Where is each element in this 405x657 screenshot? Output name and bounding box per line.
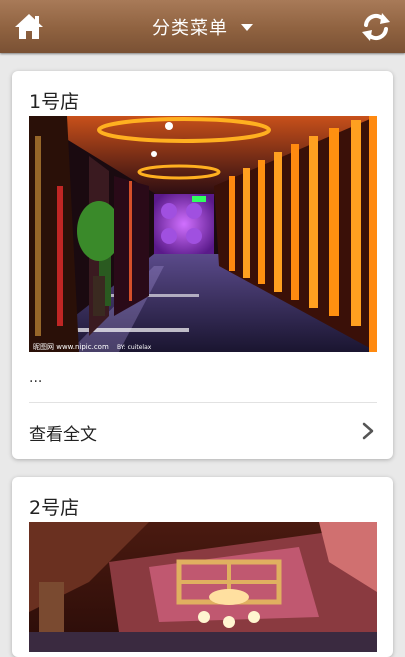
store-photo[interactable]: 昵图网 www.nipic.com BY: cuitelax (29, 116, 377, 352)
app-header: 分类菜单 (0, 0, 405, 53)
photo-watermark: 昵图网 www.nipic.com (33, 343, 109, 351)
photo-watermark-author: BY: cuitelax (117, 344, 152, 351)
store-card[interactable]: 1号店 昵图网 www.nipic.com BY: cuitelax ... 查… (12, 71, 393, 459)
read-more-link[interactable]: 查看全文 (12, 403, 393, 459)
category-menu-label: 分类菜单 (152, 17, 228, 39)
home-icon (15, 14, 43, 39)
refresh-button[interactable] (360, 11, 392, 43)
store-name: 2号店 (29, 497, 80, 519)
chevron-right-icon (362, 422, 374, 440)
store-name: 1号店 (29, 91, 80, 113)
home-button[interactable] (14, 13, 44, 40)
store-photo[interactable] (29, 522, 377, 652)
refresh-icon (362, 13, 390, 41)
category-menu-dropdown[interactable]: 分类菜单 (152, 14, 253, 40)
chevron-down-icon (241, 24, 253, 31)
read-more-label: 查看全文 (29, 425, 97, 445)
store-card[interactable]: 2号店 (12, 477, 393, 657)
store-excerpt: ... (29, 370, 43, 386)
